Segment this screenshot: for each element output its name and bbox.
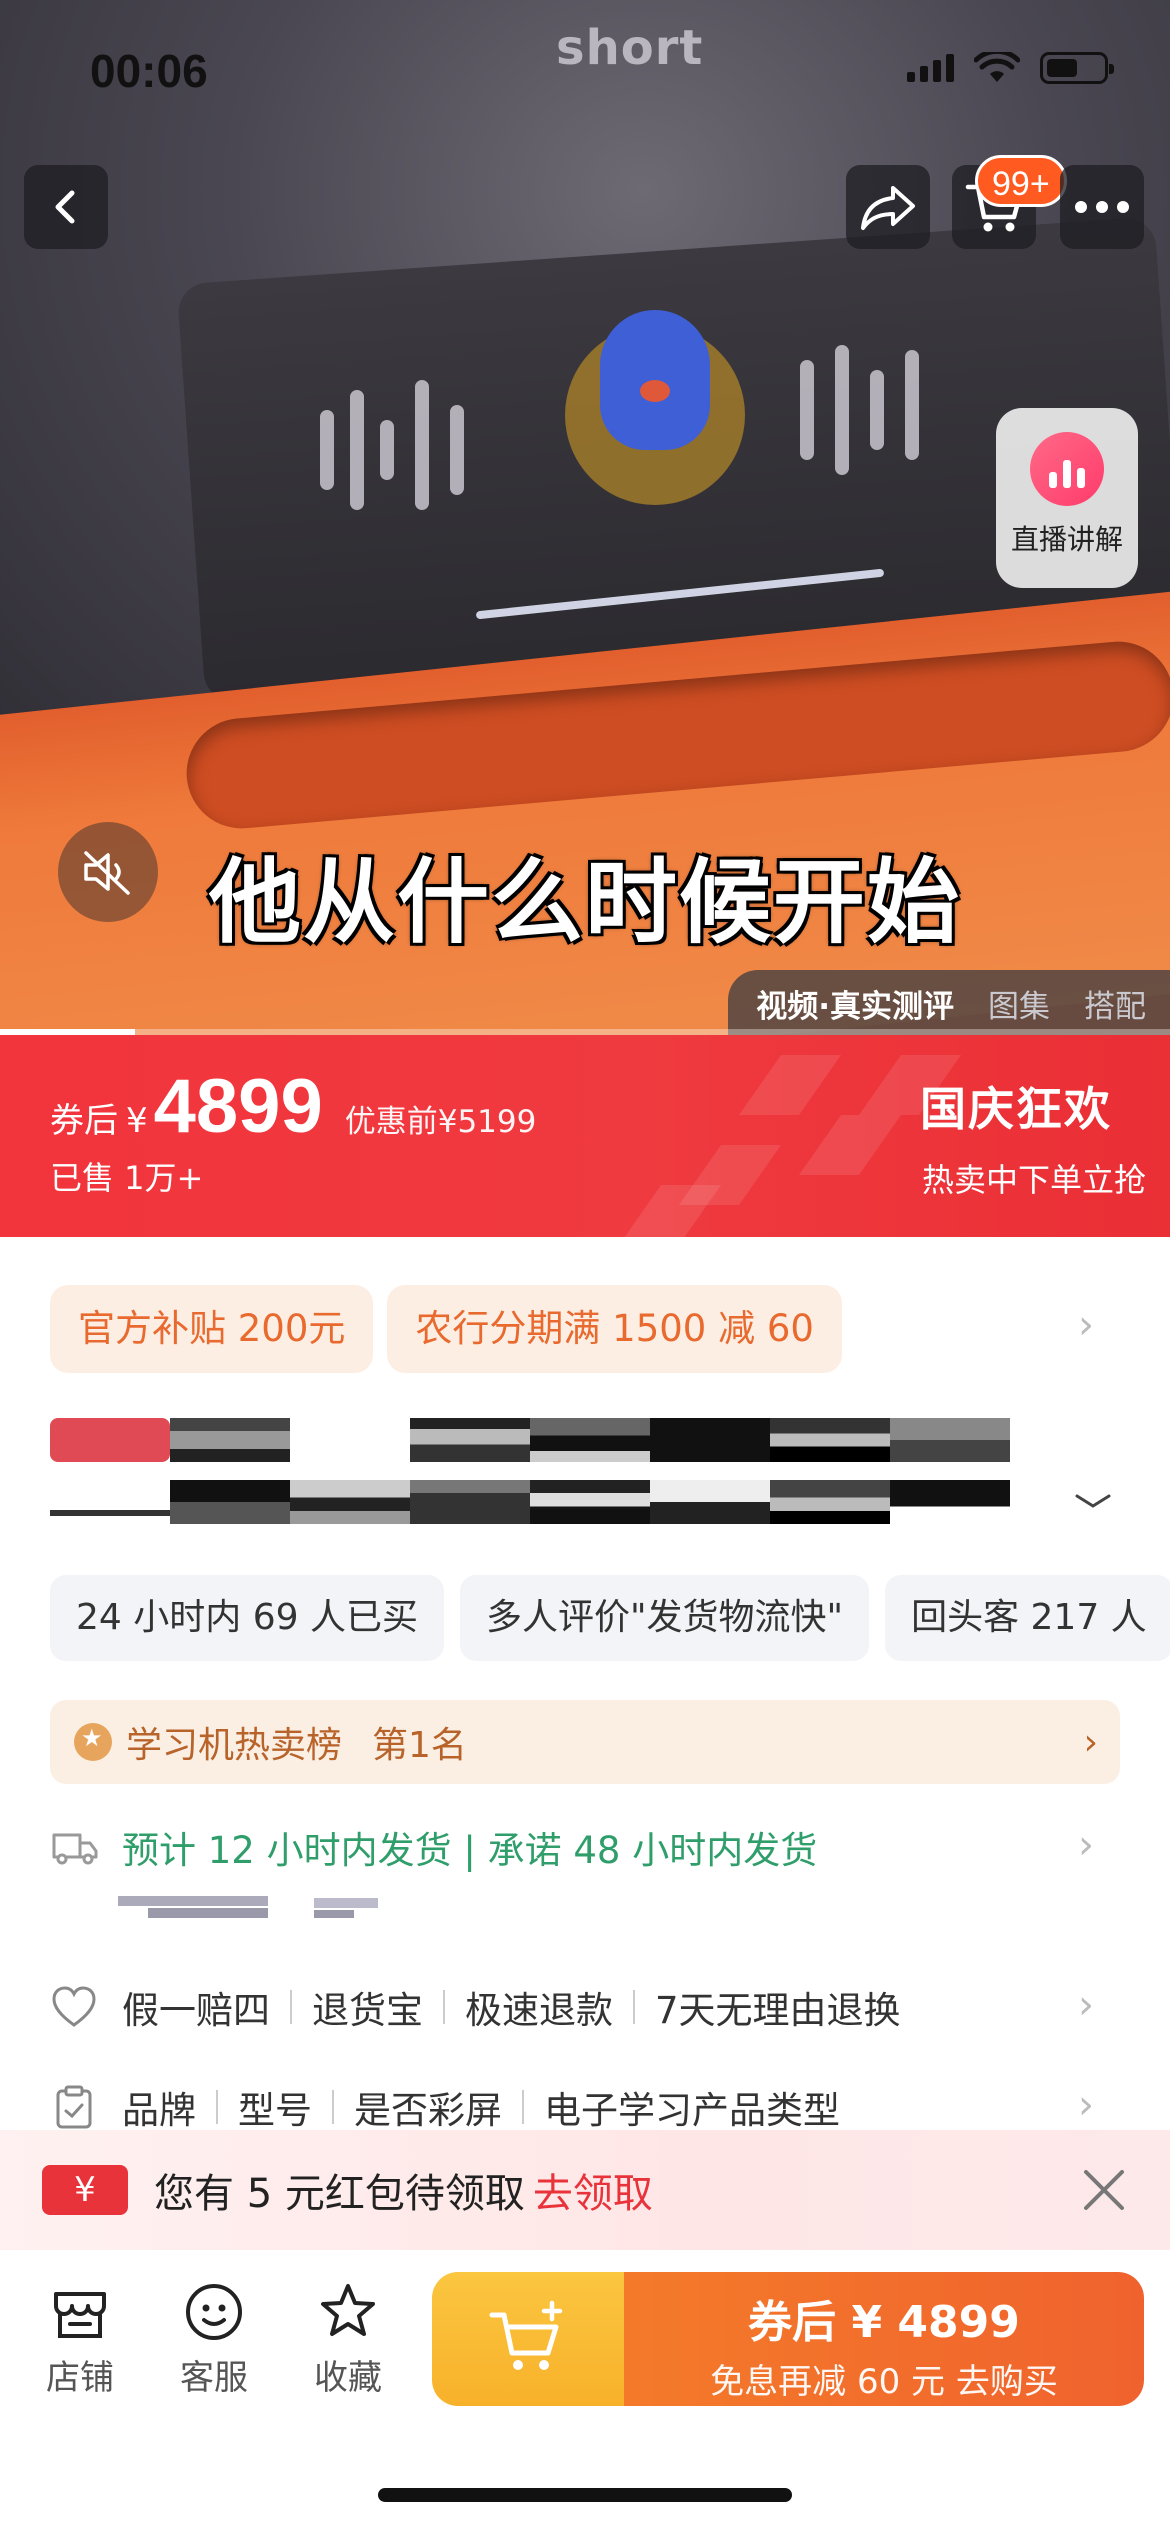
video-decoration bbox=[835, 345, 849, 475]
tag-repeat-customers: 回头客 217 人 bbox=[885, 1575, 1170, 1661]
live-explain-label: 直播讲解 bbox=[1010, 523, 1123, 556]
video-decoration bbox=[380, 420, 394, 480]
chevron-right-icon[interactable]: › bbox=[1078, 1302, 1094, 1348]
social-proof-tags: 24 小时内 69 人已买 多人评价"发货物流快" 回头客 217 人 bbox=[50, 1575, 1170, 1661]
price-row: 券后 ¥ 4899 优惠前¥5199 bbox=[50, 1063, 536, 1150]
param-product-type: 电子学习产品类型 bbox=[544, 2089, 840, 2132]
buy-now-button[interactable]: 券后 ¥ 4899 免息再减 60 元 去购买 bbox=[624, 2272, 1144, 2406]
video-decoration bbox=[415, 380, 429, 510]
price-label: 券后 bbox=[50, 1101, 118, 1141]
customer-service-button[interactable]: 客服 bbox=[159, 2280, 269, 2399]
video-subtitle: 他从什么时候开始 bbox=[208, 849, 961, 956]
chevron-right-icon: › bbox=[1083, 1721, 1098, 1763]
video-decoration bbox=[870, 370, 884, 450]
store-label: 店铺 bbox=[46, 2358, 114, 2398]
cart-count-badge: 99+ bbox=[975, 155, 1067, 207]
product-title-redacted bbox=[50, 1418, 1010, 1462]
red-packet-icon: ¥ bbox=[42, 2165, 128, 2215]
guarantee-3: 极速退款 bbox=[465, 1989, 613, 2032]
bestseller-rank[interactable]: 学习机热卖榜 第1名 › bbox=[50, 1700, 1120, 1784]
guarantee-2: 退货宝 bbox=[312, 1989, 423, 2032]
status-time: 00:06 bbox=[90, 45, 208, 97]
tag-recent-buyers: 24 小时内 69 人已买 bbox=[50, 1575, 444, 1661]
video-decoration bbox=[350, 390, 364, 510]
param-brand: 品牌 bbox=[122, 2089, 196, 2132]
currency-symbol: ¥ bbox=[126, 1101, 148, 1141]
coupon-installment[interactable]: 农行分期满 1500 减 60 bbox=[387, 1285, 842, 1373]
back-button[interactable] bbox=[24, 165, 108, 249]
truck-icon bbox=[52, 1833, 98, 1865]
status-icons bbox=[907, 52, 1114, 84]
favorite-button[interactable]: 收藏 bbox=[293, 2280, 403, 2399]
video-watermark: short bbox=[556, 20, 704, 76]
claim-red-packet-link[interactable]: 去领取 bbox=[533, 2161, 653, 2219]
params-row[interactable]: 品牌 型号 是否彩屏 电子学习产品类型 bbox=[50, 2080, 840, 2134]
guarantee-1: 假一赔四 bbox=[122, 1989, 270, 2032]
live-bars-icon bbox=[1030, 432, 1104, 506]
favorite-label: 收藏 bbox=[314, 2358, 382, 2398]
video-decoration bbox=[905, 350, 919, 460]
smiley-icon bbox=[186, 2284, 242, 2340]
tab-video-review[interactable]: 视频·真实测评 bbox=[756, 981, 954, 1026]
chevron-right-icon[interactable]: › bbox=[1078, 2082, 1094, 2128]
tab-matching[interactable]: 搭配 bbox=[1084, 981, 1146, 1026]
red-packet-banner[interactable]: ¥ 您有 5 元红包待领取 去领取 bbox=[0, 2130, 1170, 2250]
share-icon bbox=[861, 186, 915, 230]
rank-position: 第1名 bbox=[372, 1725, 467, 1766]
chevron-right-icon[interactable]: › bbox=[1078, 1982, 1094, 2028]
live-explain-button[interactable]: 直播讲解 bbox=[996, 408, 1138, 588]
sold-count: 已售 1万+ bbox=[50, 1159, 204, 1197]
video-decoration bbox=[320, 410, 334, 490]
home-indicator[interactable] bbox=[378, 2488, 792, 2502]
medal-icon bbox=[74, 1723, 112, 1761]
customer-service-label: 客服 bbox=[180, 2358, 248, 2398]
shipping-text: 预计 12 小时内发货 | 承诺 48 小时内发货 bbox=[122, 1829, 818, 1872]
price-amount: 4899 bbox=[153, 1064, 323, 1149]
promo-subtitle: 热卖中下单立抢 bbox=[921, 1161, 1146, 1199]
coupon-subsidy[interactable]: 官方补贴 200元 bbox=[50, 1285, 374, 1373]
param-color-screen: 是否彩屏 bbox=[354, 2089, 502, 2132]
guarantee-4: 7天无理由退换 bbox=[655, 1989, 901, 2032]
chevron-down-icon[interactable] bbox=[1073, 1490, 1113, 1512]
chevron-right-icon[interactable]: › bbox=[1078, 1822, 1094, 1868]
video-decoration bbox=[800, 360, 814, 460]
heart-icon bbox=[52, 1986, 96, 2027]
media-tabs: 视频·真实测评 图集 搭配 bbox=[728, 970, 1170, 1036]
product-title-redacted bbox=[50, 1480, 1010, 1524]
more-dots-icon bbox=[1075, 201, 1129, 213]
red-packet-text: 您有 5 元红包待领取 bbox=[154, 2171, 525, 2217]
store-button[interactable]: 店铺 bbox=[25, 2280, 135, 2399]
coupon-row[interactable]: 官方补贴 200元 农行分期满 1500 减 60 bbox=[50, 1285, 842, 1373]
guarantee-row[interactable]: 假一赔四 退货宝 极速退款 7天无理由退换 bbox=[50, 1980, 901, 2034]
add-cart-icon bbox=[489, 2300, 563, 2370]
promo-title: 国庆狂欢 bbox=[920, 1082, 1112, 1136]
tag-reviews[interactable]: 多人评价"发货物流快" bbox=[459, 1575, 870, 1661]
star-icon bbox=[321, 2284, 375, 2336]
store-icon bbox=[54, 2292, 106, 2338]
wifi-icon bbox=[974, 52, 1020, 82]
shipping-location-redacted bbox=[118, 1892, 378, 1924]
mascot-image bbox=[565, 305, 745, 505]
original-price: 优惠前¥5199 bbox=[344, 1104, 537, 1140]
shipping-row[interactable]: 预计 12 小时内发货 | 承诺 48 小时内发货 bbox=[50, 1820, 817, 1874]
more-button[interactable] bbox=[1060, 165, 1144, 249]
video-decoration bbox=[450, 405, 464, 495]
add-to-cart-button[interactable] bbox=[432, 2272, 624, 2406]
param-model: 型号 bbox=[238, 2089, 312, 2132]
close-icon[interactable] bbox=[1074, 2160, 1134, 2220]
rank-list-name: 学习机热卖榜 bbox=[126, 1725, 343, 1766]
buy-price-label: 券后 ¥ 4899 bbox=[748, 2297, 1020, 2348]
tab-gallery[interactable]: 图集 bbox=[988, 981, 1050, 1026]
signal-icon bbox=[907, 54, 954, 82]
share-button[interactable] bbox=[846, 165, 930, 249]
clipboard-icon bbox=[56, 2085, 92, 2129]
chevron-left-icon bbox=[55, 190, 75, 224]
buy-sub-label: 免息再减 60 元 去购买 bbox=[710, 2362, 1058, 2402]
battery-icon bbox=[1040, 52, 1114, 84]
price-banner: 券后 ¥ 4899 优惠前¥5199 已售 1万+ 国庆狂欢 热卖中下单立抢 bbox=[0, 1035, 1170, 1237]
buy-button-group: 券后 ¥ 4899 免息再减 60 元 去购买 bbox=[432, 2272, 1144, 2406]
